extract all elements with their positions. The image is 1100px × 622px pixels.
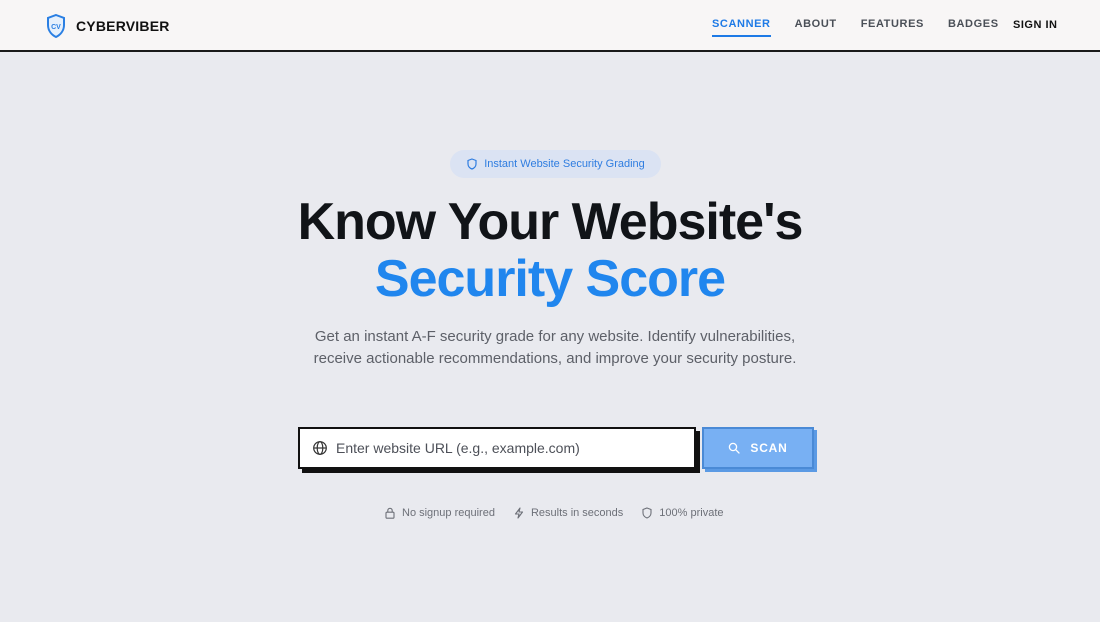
feature-label: Results in seconds bbox=[530, 507, 624, 519]
url-search-box bbox=[298, 427, 696, 469]
feature-label: 100% private bbox=[659, 507, 724, 519]
hero-section: Instant Website Security Grading Know Yo… bbox=[0, 52, 1100, 622]
sign-in-link[interactable]: SIGN IN bbox=[1013, 19, 1057, 31]
hero-headline-accent: Security Score bbox=[374, 250, 726, 308]
brand[interactable]: CV CYBERVIBER bbox=[46, 14, 170, 38]
pill-text: Instant Website Security Grading bbox=[484, 158, 645, 170]
feature-fast-results: Results in seconds bbox=[513, 507, 623, 519]
shield-icon bbox=[467, 158, 477, 170]
feature-no-signup: No signup required bbox=[384, 507, 495, 519]
feature-list: No signup required Results in seconds 10… bbox=[384, 507, 724, 519]
feature-private: 100% private bbox=[641, 507, 724, 519]
lock-icon bbox=[385, 507, 395, 519]
nav-link-scanner[interactable]: SCANNER bbox=[712, 18, 771, 37]
brand-name: CYBERVIBER bbox=[76, 18, 170, 34]
shield-icon bbox=[642, 507, 652, 519]
scan-button-label: SCAN bbox=[750, 441, 788, 455]
globe-icon bbox=[313, 441, 327, 455]
nav-link-features[interactable]: FEATURES bbox=[861, 18, 924, 37]
hero-subtitle: Get an instant A-F security grade for an… bbox=[313, 328, 797, 367]
lightning-icon bbox=[514, 507, 524, 519]
scan-button[interactable]: SCAN bbox=[702, 427, 814, 469]
feature-label: No signup required bbox=[402, 507, 495, 519]
top-navbar: CV CYBERVIBER SCANNER ABOUT FEATURES BAD… bbox=[0, 0, 1100, 52]
nav-link-about[interactable]: ABOUT bbox=[795, 18, 837, 37]
nav-link-badges[interactable]: BADGES bbox=[948, 18, 999, 37]
shield-logo-icon: CV bbox=[47, 14, 65, 38]
nav-links: SCANNER ABOUT FEATURES BADGES bbox=[712, 18, 999, 37]
logo-text: CV bbox=[51, 24, 61, 31]
search-icon bbox=[729, 442, 741, 454]
hero-headline: Know Your Website's bbox=[297, 193, 804, 251]
url-input[interactable] bbox=[336, 430, 666, 466]
hero-pill-badge: Instant Website Security Grading bbox=[450, 150, 661, 178]
